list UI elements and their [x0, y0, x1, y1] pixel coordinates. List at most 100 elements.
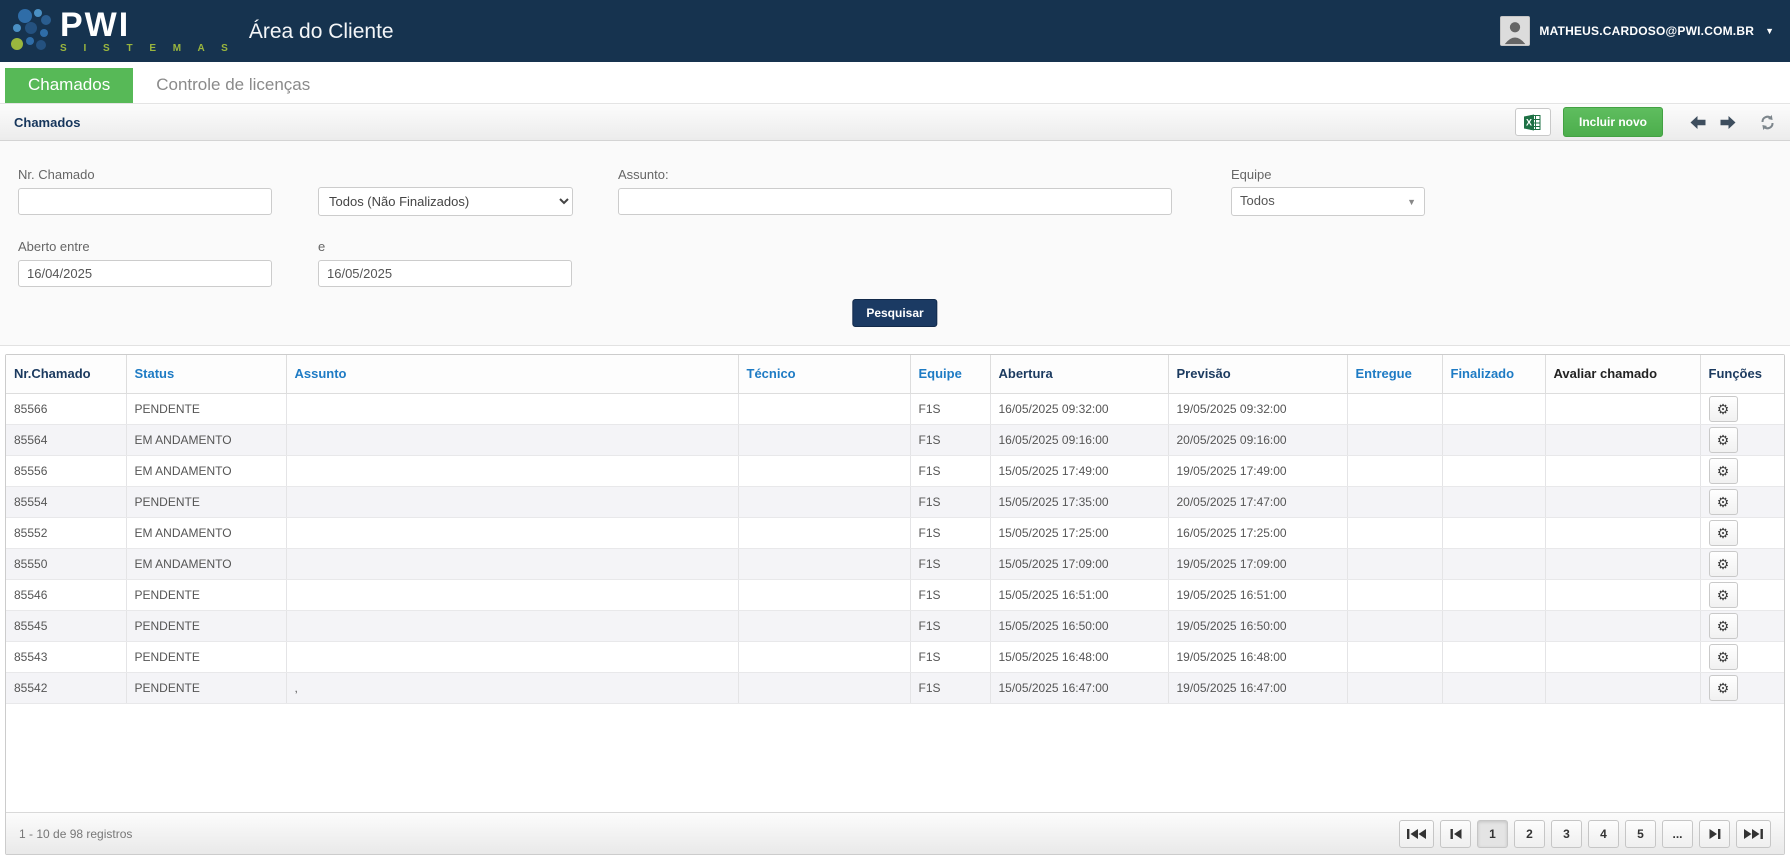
chevron-down-icon: ▼ — [1765, 26, 1774, 36]
ticket-number-cell: 85543 — [6, 641, 126, 672]
next-page-button[interactable] — [1699, 820, 1730, 848]
entregue-cell — [1347, 579, 1442, 610]
gear-button[interactable]: ⚙ — [1709, 582, 1738, 608]
records-summary: 1 - 10 de 98 registros — [19, 827, 132, 841]
tecnico-cell — [738, 641, 910, 672]
gear-button[interactable]: ⚙ — [1709, 675, 1738, 701]
page-4-button[interactable]: 4 — [1588, 820, 1619, 848]
assunto-cell — [286, 424, 738, 455]
column-header-abertura[interactable]: Abertura — [990, 355, 1168, 393]
page-title: Área do Cliente — [249, 20, 394, 44]
svg-text:X: X — [1526, 117, 1532, 127]
tab-bar: Chamados Controle de licenças — [0, 62, 1790, 103]
equipe-cell: F1S — [910, 641, 990, 672]
prev-page-button[interactable] — [1440, 820, 1471, 848]
gear-button[interactable]: ⚙ — [1709, 396, 1738, 422]
abertura-cell: 16/05/2025 09:32:00 — [990, 393, 1168, 424]
date-from-input[interactable] — [18, 260, 272, 287]
funcoes-cell: ⚙ — [1700, 672, 1784, 703]
date-to-input[interactable] — [318, 260, 572, 287]
equipe-select[interactable]: Todos ▼ — [1231, 187, 1425, 216]
equipe-cell: F1S — [910, 579, 990, 610]
avaliar-chamado-cell — [1545, 610, 1700, 641]
refresh-icon — [1759, 114, 1776, 131]
ticket-number-cell: 85556 — [6, 455, 126, 486]
pagination: 12345... — [1399, 820, 1771, 848]
avatar — [1500, 16, 1530, 46]
brand-name: PWI — [60, 8, 235, 42]
page-ellipsis-button[interactable]: ... — [1662, 820, 1693, 848]
page-3-button[interactable]: 3 — [1551, 820, 1582, 848]
gear-button[interactable]: ⚙ — [1709, 458, 1738, 484]
date-e-label: e — [318, 239, 325, 254]
column-header-assunto[interactable]: Assunto — [286, 355, 738, 393]
finalizado-cell — [1442, 672, 1545, 703]
status-cell: EM ANDAMENTO — [126, 455, 286, 486]
user-menu[interactable]: MATHEUS.CARDOSO@PWI.COM.BR ▼ — [1500, 16, 1774, 46]
last-page-button[interactable] — [1736, 820, 1771, 848]
toolbar-actions: X Incluir novo — [1515, 107, 1776, 137]
page-2-button[interactable]: 2 — [1514, 820, 1545, 848]
export-excel-button[interactable]: X — [1515, 108, 1551, 136]
table-header-row: Nr.ChamadoStatusAssuntoTécnicoEquipeAber… — [6, 355, 1784, 393]
column-header-status[interactable]: Status — [126, 355, 286, 393]
avaliar-chamado-cell — [1545, 579, 1700, 610]
assunto-cell — [286, 393, 738, 424]
status-cell: PENDENTE — [126, 672, 286, 703]
history-nav — [1689, 115, 1737, 130]
tab-chamados[interactable]: Chamados — [5, 68, 133, 103]
client-area-page: PWI S I S T E M A S Área do Cliente MATH… — [0, 0, 1790, 865]
equipe-cell: F1S — [910, 610, 990, 641]
funcoes-cell: ⚙ — [1700, 455, 1784, 486]
previsao-cell: 19/05/2025 16:51:00 — [1168, 579, 1347, 610]
refresh-button[interactable] — [1759, 114, 1776, 131]
tecnico-cell — [738, 486, 910, 517]
page-number-buttons: 12345... — [1477, 820, 1693, 848]
column-header-equipe[interactable]: Equipe — [910, 355, 990, 393]
top-header: PWI S I S T E M A S Área do Cliente MATH… — [0, 0, 1790, 62]
column-header-previs-o[interactable]: Previsão — [1168, 355, 1347, 393]
abertura-cell: 16/05/2025 09:16:00 — [990, 424, 1168, 455]
brand-text: PWI S I S T E M A S — [60, 8, 235, 54]
tecnico-cell — [738, 579, 910, 610]
assunto-cell — [286, 455, 738, 486]
gear-button[interactable]: ⚙ — [1709, 520, 1738, 546]
funcoes-cell: ⚙ — [1700, 393, 1784, 424]
last-page-icon — [1743, 828, 1764, 840]
column-header-avaliar-chamado[interactable]: Avaliar chamado — [1545, 355, 1700, 393]
aberto-entre-label: Aberto entre — [18, 239, 90, 254]
column-header-t-cnico[interactable]: Técnico — [738, 355, 910, 393]
avaliar-chamado-cell — [1545, 393, 1700, 424]
gear-button[interactable]: ⚙ — [1709, 551, 1738, 577]
equipe-cell: F1S — [910, 548, 990, 579]
pesquisar-button[interactable]: Pesquisar — [852, 299, 937, 327]
tecnico-cell — [738, 424, 910, 455]
incluir-novo-button[interactable]: Incluir novo — [1563, 107, 1663, 137]
column-header-entregue[interactable]: Entregue — [1347, 355, 1442, 393]
back-arrow-button[interactable] — [1689, 115, 1707, 130]
column-header-fun-es[interactable]: Funções — [1700, 355, 1784, 393]
forward-arrow-button[interactable] — [1719, 115, 1737, 130]
previsao-cell: 19/05/2025 17:49:00 — [1168, 455, 1347, 486]
table-row: 85545PENDENTEF1S15/05/2025 16:50:0019/05… — [6, 610, 1784, 641]
table-row: 85550EM ANDAMENTOF1S15/05/2025 17:09:001… — [6, 548, 1784, 579]
funcoes-cell: ⚙ — [1700, 641, 1784, 672]
abertura-cell: 15/05/2025 17:35:00 — [990, 486, 1168, 517]
tab-controle-de-licencas[interactable]: Controle de licenças — [133, 68, 333, 103]
column-header-nr-chamado[interactable]: Nr.Chamado — [6, 355, 126, 393]
page-1-button[interactable]: 1 — [1477, 820, 1508, 848]
page-5-button[interactable]: 5 — [1625, 820, 1656, 848]
assunto-input[interactable] — [618, 188, 1172, 215]
previsao-cell: 19/05/2025 09:32:00 — [1168, 393, 1347, 424]
gear-button[interactable]: ⚙ — [1709, 489, 1738, 515]
status-filter-select[interactable]: Todos (Não Finalizados) — [318, 187, 573, 216]
tickets-grid: Nr.ChamadoStatusAssuntoTécnicoEquipeAber… — [5, 354, 1785, 855]
table-row: 85564EM ANDAMENTOF1S16/05/2025 09:16:002… — [6, 424, 1784, 455]
grid-footer: 1 - 10 de 98 registros 12345... — [6, 812, 1784, 854]
nr-chamado-input[interactable] — [18, 188, 272, 215]
gear-button[interactable]: ⚙ — [1709, 427, 1738, 453]
gear-button[interactable]: ⚙ — [1709, 613, 1738, 639]
first-page-button[interactable] — [1399, 820, 1434, 848]
gear-button[interactable]: ⚙ — [1709, 644, 1738, 670]
column-header-finalizado[interactable]: Finalizado — [1442, 355, 1545, 393]
